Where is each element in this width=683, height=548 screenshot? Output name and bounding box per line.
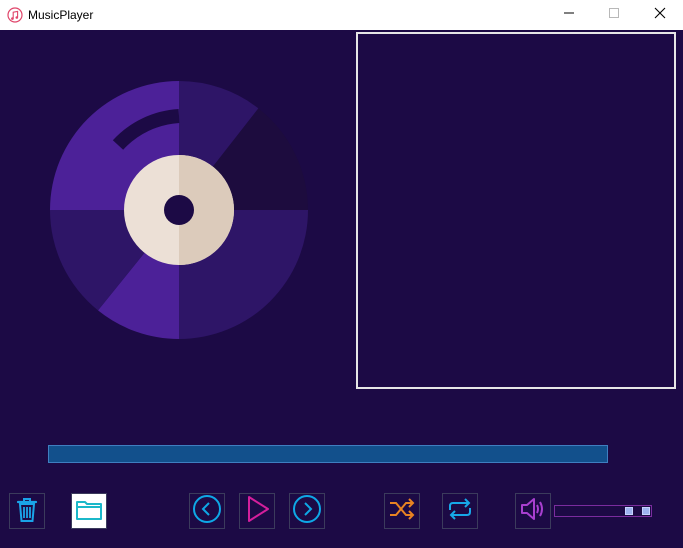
volume-button[interactable]	[515, 493, 551, 529]
music-note-icon	[7, 7, 23, 23]
playlist-panel[interactable]	[356, 32, 676, 389]
previous-button[interactable]	[189, 493, 225, 529]
volume-slider[interactable]	[554, 505, 652, 517]
shuffle-icon	[387, 494, 417, 529]
delete-button[interactable]	[9, 493, 45, 529]
window-title: MusicPlayer	[28, 8, 94, 22]
play-icon	[242, 494, 272, 529]
progress-fill	[49, 446, 607, 462]
chevron-right-icon	[292, 494, 322, 529]
shuffle-button[interactable]	[384, 493, 420, 529]
close-button[interactable]	[637, 0, 683, 30]
next-button[interactable]	[289, 493, 325, 529]
play-button[interactable]	[239, 493, 275, 529]
trash-icon	[12, 494, 42, 529]
chevron-left-icon	[192, 494, 222, 529]
progress-bar[interactable]	[48, 445, 608, 463]
repeat-icon	[445, 494, 475, 529]
maximize-icon	[608, 6, 620, 24]
folder-icon	[74, 494, 104, 529]
repeat-button[interactable]	[442, 493, 478, 529]
minimize-button[interactable]	[546, 0, 592, 30]
speaker-icon	[518, 494, 548, 529]
title-bar: MusicPlayer	[0, 0, 683, 30]
maximize-button[interactable]	[591, 0, 637, 30]
minimize-icon	[563, 6, 575, 24]
open-folder-button[interactable]	[71, 493, 107, 529]
close-icon	[654, 6, 666, 24]
album-art-disc	[50, 81, 308, 339]
volume-slider-end	[642, 507, 650, 515]
volume-slider-thumb[interactable]	[625, 507, 633, 515]
